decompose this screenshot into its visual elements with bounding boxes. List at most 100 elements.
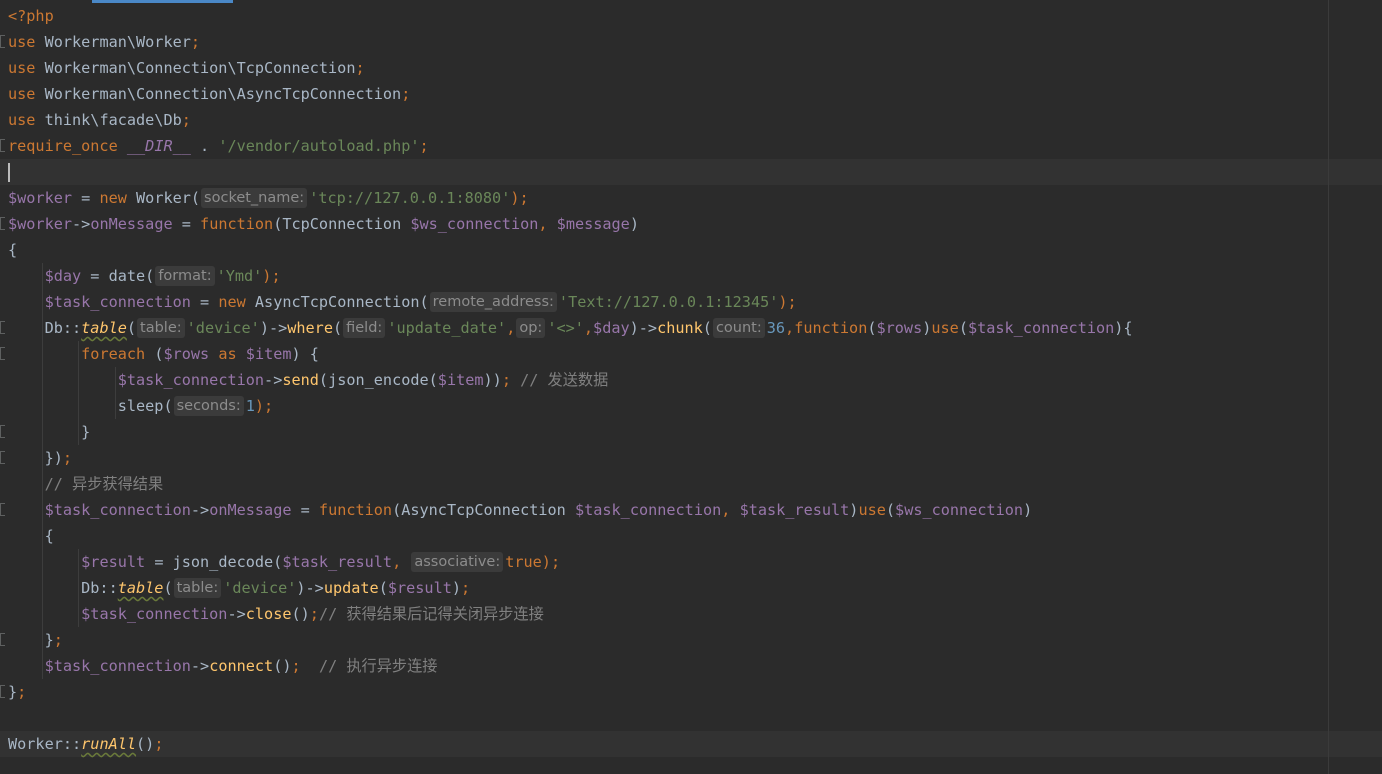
code-token: ;	[291, 657, 301, 675]
code-token: use	[8, 33, 36, 51]
code-token: $rows	[163, 345, 210, 363]
code-line[interactable]: Worker::runAll();	[0, 731, 1382, 757]
code-line[interactable]: use Workerman\Worker;	[0, 29, 1382, 55]
code-token: 36	[766, 319, 786, 337]
parameter-hint: associative:	[411, 552, 504, 572]
code-line[interactable]: require_once __DIR__ . '/vendor/autoload…	[0, 133, 1382, 159]
code-line[interactable]: Db::table(table:'device')->where(field: '…	[0, 315, 1382, 341]
code-token: $task_connection	[117, 371, 265, 389]
code-token: $rows	[876, 319, 923, 337]
code-token: .	[190, 137, 219, 155]
code-token: 'device'	[186, 319, 260, 337]
code-line[interactable]: $day = date(format: 'Ymd');	[0, 263, 1382, 289]
code-token: where	[287, 319, 333, 337]
code-token: ,	[785, 319, 795, 337]
code-token: ){	[1114, 319, 1133, 337]
code-editor[interactable]: <?php use Workerman\Worker; use Workerman\…	[0, 3, 1382, 774]
code-token: $task_connection	[574, 501, 722, 519]
code-line[interactable]: use Workerman\Connection\AsyncTcpConnect…	[0, 81, 1382, 107]
code-token: ()	[273, 657, 292, 675]
code-token: {	[8, 527, 54, 545]
fold-marker-icon[interactable]	[0, 35, 5, 48]
code-token: 'tcp://127.0.0.1:8080'	[309, 189, 511, 207]
code-line[interactable]: <?php	[0, 3, 1382, 29]
parameter-hint: field:	[343, 318, 386, 338]
indent-guide	[114, 367, 116, 419]
code-line[interactable]: };	[0, 627, 1382, 653]
code-line[interactable]: };	[0, 679, 1382, 705]
code-token: (	[332, 319, 343, 337]
right-margin-guide	[1328, 0, 1329, 774]
indent-guide	[78, 341, 80, 445]
fold-marker-icon[interactable]	[0, 685, 5, 698]
code-token: (AsyncTcpConnection	[392, 501, 575, 519]
code-line[interactable]	[0, 705, 1382, 731]
fold-marker-icon[interactable]	[0, 633, 5, 646]
code-line[interactable]: $task_connection->onMessage = function(A…	[0, 497, 1382, 523]
code-line[interactable]: use think\facade\Db;	[0, 107, 1382, 133]
code-line[interactable]: // 异步获得结果	[0, 471, 1382, 497]
fold-marker-icon[interactable]	[0, 451, 5, 464]
code-line[interactable]: $result = json_decode($task_result, asso…	[0, 549, 1382, 575]
fold-marker-icon[interactable]	[0, 347, 5, 360]
code-token: = date(	[81, 267, 155, 285]
code-token: ,	[721, 501, 740, 519]
code-token: (	[145, 345, 164, 363]
code-line[interactable]	[0, 159, 1382, 185]
code-token: ()	[136, 735, 155, 753]
code-token: =	[72, 189, 100, 207]
code-token: foreach	[81, 345, 146, 363]
code-token: use	[8, 85, 36, 103]
code-token: (json_encode(	[318, 371, 438, 389]
code-token: )	[451, 579, 462, 597]
code-token: update	[323, 579, 379, 597]
code-line[interactable]: }	[0, 419, 1382, 445]
code-token: ))	[483, 371, 502, 389]
code-line[interactable]: });	[0, 445, 1382, 471]
code-token: =	[190, 293, 219, 311]
code-line[interactable]: $task_connection->close();// 获得结果后记得关闭异步…	[0, 601, 1382, 627]
code-line[interactable]: sleep(seconds: 1);	[0, 393, 1382, 419]
code-token: Db::	[8, 319, 82, 337]
fold-marker-icon[interactable]	[0, 321, 5, 334]
code-token: 'Ymd'	[216, 267, 263, 285]
code-token: ;	[62, 449, 73, 467]
code-line[interactable]: $worker->onMessage = function(TcpConnect…	[0, 211, 1382, 237]
code-token: (	[163, 579, 173, 597]
code-token: $result	[387, 579, 452, 597]
fold-marker-icon[interactable]	[0, 217, 5, 230]
fold-marker-icon[interactable]	[0, 503, 5, 516]
code-token: (	[702, 319, 712, 337]
code-line[interactable]: $worker = new Worker(socket_name:'tcp://…	[0, 185, 1382, 211]
code-token: use	[8, 111, 36, 129]
code-line[interactable]: foreach ($rows as $item) {	[0, 341, 1382, 367]
code-line[interactable]: use Workerman\Connection\TcpConnection;	[0, 55, 1382, 81]
code-token: '/vendor/autoload.php'	[218, 137, 420, 155]
text-caret	[8, 163, 10, 182]
code-token: runAll	[81, 735, 137, 753]
code-token: ->	[190, 657, 210, 675]
code-token: // 异步获得结果	[8, 475, 164, 493]
code-token: ->	[72, 215, 91, 233]
code-line[interactable]: Db::table(table:'device')->update($resul…	[0, 575, 1382, 601]
code-token: )->	[629, 319, 658, 337]
code-line[interactable]: {	[0, 237, 1382, 263]
parameter-hint: format:	[155, 266, 215, 286]
code-token: ->	[264, 371, 283, 389]
code-line[interactable]: $task_connection->send(json_encode($item…	[0, 367, 1382, 393]
code-token: )	[629, 215, 639, 233]
code-token: 1	[245, 397, 255, 415]
code-line[interactable]: $task_connection = new AsyncTcpConnectio…	[0, 289, 1382, 315]
code-token: ;	[355, 59, 365, 77]
code-token: (	[378, 579, 388, 597]
parameter-hint: table:	[173, 578, 222, 598]
code-token: onMessage	[90, 215, 173, 233]
code-line[interactable]: {	[0, 523, 1382, 549]
fold-marker-icon[interactable]	[0, 139, 5, 152]
code-line[interactable]: $task_connection->connect(); // 执行异步连接	[0, 653, 1382, 679]
fold-marker-icon[interactable]	[0, 425, 5, 438]
